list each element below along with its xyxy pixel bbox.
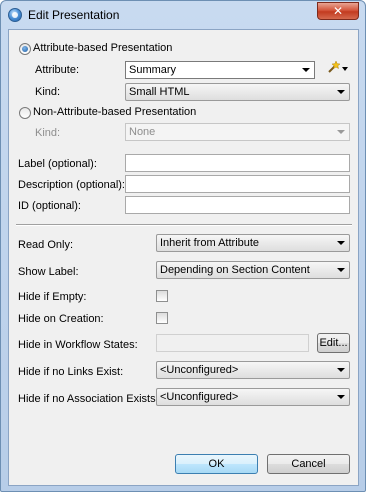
attribute-based-radio[interactable] [19,43,31,55]
non-attr-kind-select-value: None [129,126,156,138]
kind-select-value: Small HTML [129,86,190,98]
chevron-down-icon [302,68,310,72]
attribute-select-value: Summary [129,64,177,76]
read-only-select-value: Inherit from Attribute [160,237,260,249]
hide-on-creation-label: Hide on Creation: [18,313,104,325]
window-title: Edit Presentation [28,8,120,22]
app-globe-icon [8,8,22,22]
id-field-label: ID (optional): [18,200,81,212]
kind-select[interactable]: Small HTML [125,83,350,101]
show-label-label: Show Label: [18,266,79,278]
cancel-button[interactable]: Cancel [267,454,350,474]
hide-no-links-select-value: <Unconfigured> [160,364,239,376]
non-attribute-based-radio[interactable] [19,107,31,119]
close-icon: ✕ [332,4,344,18]
read-only-label: Read Only: [18,239,74,251]
kind-label: Kind: [35,86,61,98]
hide-no-links-select[interactable]: <Unconfigured> [156,361,350,379]
dialog-content: Attribute-based Presentation Attribute: … [8,29,359,486]
chevron-down-icon [337,395,345,399]
chevron-down-icon [337,368,345,372]
description-field-label: Description (optional): [18,179,125,191]
hide-no-links-label: Hide if no Links Exist: [18,366,124,378]
attribute-based-label: Attribute-based Presentation [33,42,173,54]
non-attribute-based-label: Non-Attribute-based Presentation [33,106,197,118]
hide-no-association-select-value: <Unconfigured> [160,391,239,403]
chevron-down-icon [337,268,345,272]
description-input[interactable] [125,175,350,193]
hide-if-empty-label: Hide if Empty: [18,291,87,303]
attribute-label: Attribute: [35,64,80,76]
close-button[interactable]: ✕ [317,2,359,20]
hide-no-association-label: Hide if no Association Exists: [18,393,159,405]
magic-wand-icon[interactable] [327,60,341,74]
id-input[interactable] [125,196,350,214]
dialog-window: Edit Presentation ✕ Attribute-based Pres… [0,0,366,492]
label-input[interactable] [125,154,350,172]
chevron-down-icon [337,90,345,94]
read-only-select[interactable]: Inherit from Attribute [156,234,350,252]
hide-no-association-select[interactable]: <Unconfigured> [156,388,350,406]
hide-on-creation-checkbox[interactable] [156,312,168,324]
show-label-select-value: Depending on Section Content [160,264,310,276]
chevron-down-icon [337,241,345,245]
wand-dropdown-arrow-icon[interactable] [342,67,348,71]
edit-workflow-states-button[interactable]: Edit... [317,333,350,353]
label-field-label: Label (optional): [18,158,97,170]
non-attr-kind-label: Kind: [35,127,61,139]
attribute-select[interactable]: Summary [125,61,315,79]
hide-if-empty-checkbox[interactable] [156,290,168,302]
title-bar[interactable]: Edit Presentation ✕ [1,1,365,28]
hide-workflow-states-field [156,334,309,352]
chevron-down-icon [337,130,345,134]
non-attr-kind-select[interactable]: None [125,123,350,141]
ok-button[interactable]: OK [175,454,258,474]
separator [16,224,352,226]
hide-workflow-states-label: Hide in Workflow States: [18,339,138,351]
show-label-select[interactable]: Depending on Section Content [156,261,350,279]
